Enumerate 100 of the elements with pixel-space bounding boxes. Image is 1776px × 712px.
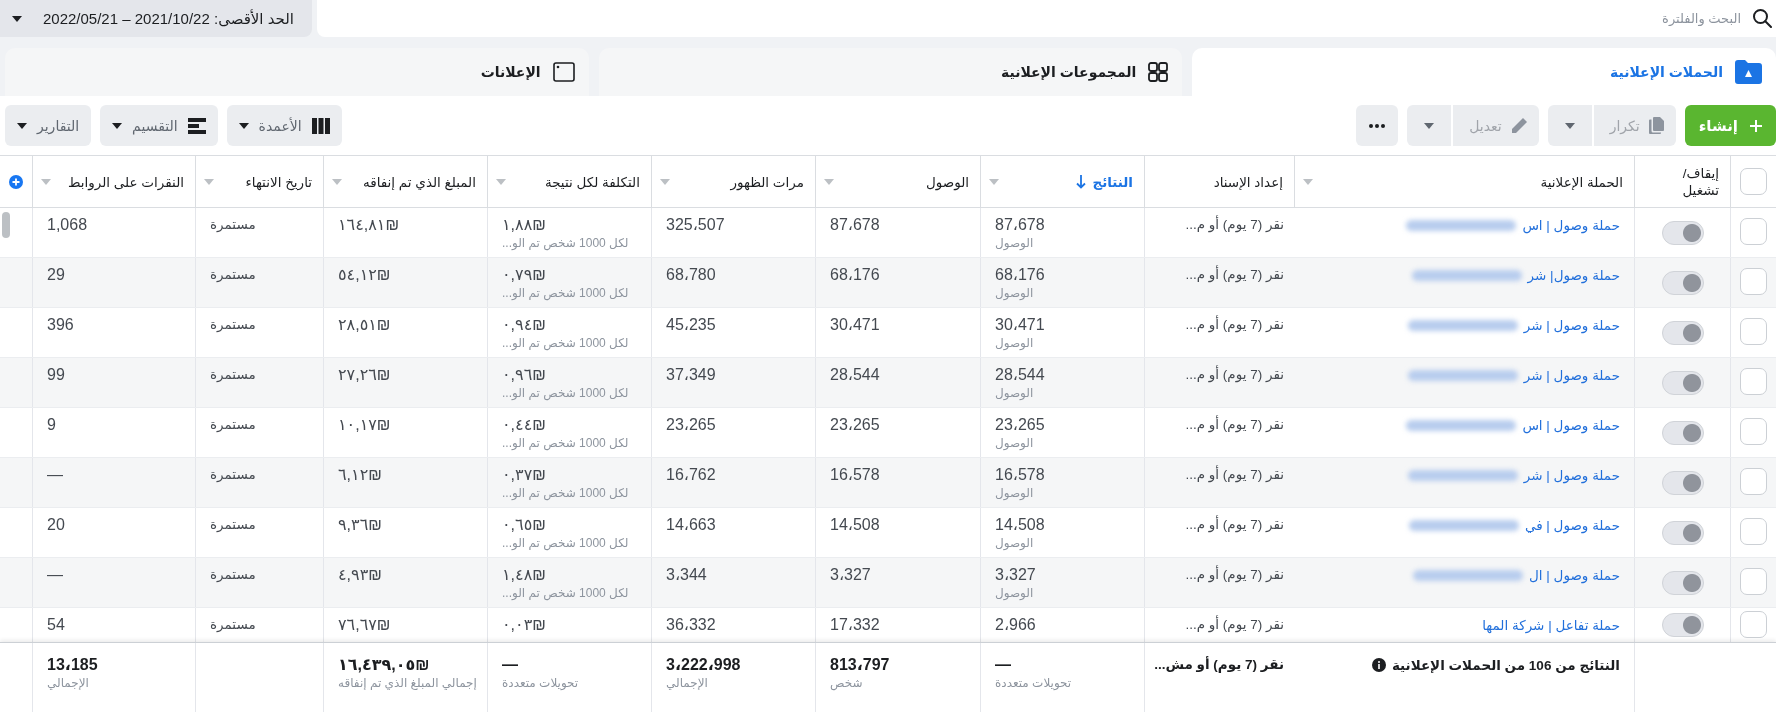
table-cell: 87،678 [830,215,880,235]
column-header[interactable]: مرات الظهور [651,156,815,207]
table-cell: 3،344 [666,565,707,585]
table-cell: نقر (7 يوم) أو م... [1185,315,1284,335]
total-value: نقر (7 يوم) أو مش... [1154,655,1284,675]
add-column-button[interactable] [9,174,23,189]
table-cell: نقر (7 يوم) أو م... [1185,365,1284,385]
column-header[interactable]: إعداد الإسناد [1144,156,1294,207]
arrow-down-icon [1076,174,1087,189]
campaign-link[interactable]: حملة وصول | اس [1522,216,1620,235]
window-icon [552,62,575,82]
scrollbar-thumb[interactable] [2,212,10,238]
caret-icon [204,178,214,185]
toggle-switch[interactable] [1661,570,1704,595]
columns-button[interactable]: الأعمدة [226,105,342,146]
tab[interactable]: الحملات الإعلانية [1192,48,1776,96]
table-cell: 14،663 [666,515,716,535]
row-checkbox[interactable] [1740,568,1767,595]
search-bar[interactable]: البحث والفلترة [317,0,1776,37]
total-value: 13،185 [47,655,98,675]
column-header[interactable]: النتائج [980,156,1144,207]
caret-icon [112,122,123,129]
breakdown-button[interactable]: التقسيم [100,105,218,146]
row-checkbox[interactable] [1740,368,1767,395]
caret-icon [989,178,999,185]
row-checkbox[interactable] [1740,418,1767,445]
table-cell: 3،327 [995,565,1036,585]
row-checkbox[interactable] [1740,518,1767,545]
toggle-switch[interactable] [1661,320,1704,345]
toggle-switch[interactable] [1661,613,1704,637]
column-header[interactable]: التكلفة لكل نتيجة [487,156,651,207]
table-cell: 23،265 [666,415,716,435]
cell-caption: لكل 1000 شخص تم الو... [502,335,629,352]
column-header[interactable]: النقرات على الروابط [32,156,195,207]
caret-icon [12,15,22,22]
total-value: — [502,655,518,675]
campaign-link[interactable]: حملة وصول | في [1524,516,1620,535]
campaign-link[interactable]: حملة وصول | شر [1523,316,1620,335]
toggle-switch[interactable] [1661,370,1704,395]
table-cell: 36،332 [666,615,716,635]
dropdown-button[interactable] [1547,105,1592,146]
pencil-icon [1510,117,1527,134]
table-cell: ₪١,٨٨ [502,215,546,235]
column-header[interactable]: الحملة الإعلانية [1294,156,1634,207]
table-cell-text: مستمرة [210,416,256,434]
table-cell: ₪٢٧,٢٦ [338,365,391,385]
create-button[interactable]: إنشاء [1684,105,1776,146]
toggle-switch[interactable] [1661,420,1704,445]
column-header[interactable]: إيقاف/ تشغيل [1634,156,1730,207]
total-caption: تحويلات متعددة [995,675,1072,692]
column-header[interactable]: تاريخ الانتهاء [195,156,323,207]
table-cell-text: مستمرة [210,316,256,334]
campaign-link[interactable]: حملة وصول | شر [1523,366,1620,385]
toggle-switch[interactable] [1661,270,1704,295]
table-cell: ₪٢٨,٥١ [338,315,391,335]
table-cell: ₪٠,٣٧ [502,465,546,485]
more-button[interactable] [1356,105,1399,146]
cell-caption: لكل 1000 شخص تم الو... [502,385,629,402]
table-cell: ₪٥٤,١٢ [338,265,391,285]
reports-button[interactable]: التقارير [5,105,92,146]
row-checkbox[interactable] [1740,610,1767,638]
table-cell: ₪٠,٧٩ [502,265,546,285]
table-cell: 99 [47,365,65,385]
campaign-link[interactable]: حملة وصول | شر [1523,466,1620,485]
table-cell: ₪١٠,١٧ [338,415,391,435]
total-caption: الإجمالي [666,675,708,692]
date-range-button[interactable]: الحد الأقصى: 2021/10/22 – 2022/05/21 [0,0,312,37]
row-checkbox[interactable] [1740,268,1767,295]
campaign-link[interactable]: حملة وصول | ال [1529,566,1620,585]
select-all-checkbox[interactable] [1740,168,1767,195]
campaign-link[interactable]: حملة وصول | اس [1522,416,1620,435]
row-checkbox[interactable] [1740,218,1767,245]
cell-caption: لكل 1000 شخص تم الو... [502,285,629,302]
table-cell: 325،507 [666,215,725,235]
table-cell: 68،176 [830,265,880,285]
toggle-switch[interactable] [1661,520,1704,545]
row-checkbox[interactable] [1740,318,1767,345]
table-cell: 30،471 [995,315,1045,335]
table-cell: ₪٦,١٢ [338,465,382,485]
table-cell: 23،265 [995,415,1045,435]
cell-caption: الوصول [995,235,1034,252]
table-cell: 14،508 [995,515,1045,535]
toggle-switch[interactable] [1661,470,1704,495]
toggle-switch[interactable] [1661,220,1704,245]
row-checkbox[interactable] [1740,468,1767,495]
table-cell: 23،265 [830,415,880,435]
table-cell: نقر (7 يوم) أو م... [1185,265,1284,285]
tab[interactable]: المجموعات الإعلانية [598,48,1183,96]
tab[interactable]: الإعلانات [5,48,589,96]
table-cell: 87،678 [995,215,1045,235]
table-cell: ₪١,٤٨ [502,565,546,585]
campaign-link[interactable]: حملة تفاعل | شركة المها [1482,616,1620,635]
column-header[interactable]: المبلغ الذي تم إنفاقه [323,156,487,207]
total-value: 813،797 [830,655,890,675]
search-input[interactable]: البحث والفلترة [329,8,1741,29]
dropdown-button[interactable] [1407,105,1452,146]
caret-icon [1303,178,1313,185]
campaign-link[interactable]: حملة وصول| شر [1527,266,1620,285]
column-header[interactable]: الوصول [815,156,980,207]
caret-icon [824,178,834,185]
